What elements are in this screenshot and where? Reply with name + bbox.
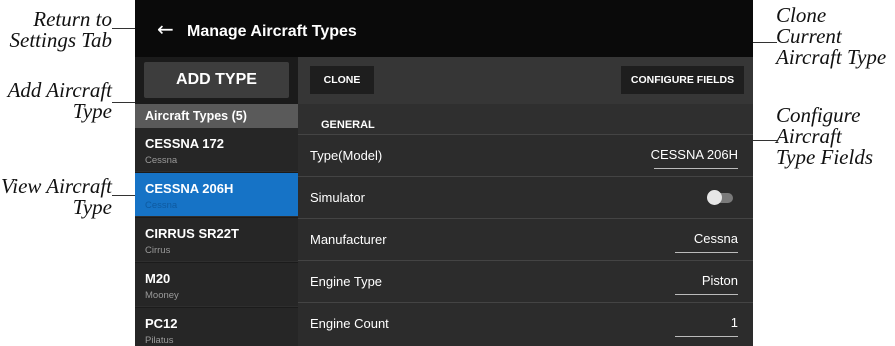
page-title: Manage Aircraft Types xyxy=(187,23,357,40)
aircraft-manufacturer: Pilatus xyxy=(145,335,174,346)
aircraft-list-item[interactable]: CIRRUS SR22T Cirrus xyxy=(135,218,298,262)
field-row-engine-type: Engine Type Piston xyxy=(298,260,753,302)
back-arrow-icon[interactable]: ← xyxy=(157,19,174,39)
aircraft-list-header: Aircraft Types (5) xyxy=(135,104,298,128)
field-label: Engine Type xyxy=(310,274,383,289)
aircraft-manufacturer: Cirrus xyxy=(145,245,171,256)
aircraft-sidebar: ADD TYPE Aircraft Types (5) CESSNA 172 C… xyxy=(135,57,298,346)
input-underline xyxy=(654,168,738,169)
type-model-input[interactable]: CESSNA 206H xyxy=(651,147,738,162)
engine-type-input[interactable]: Piston xyxy=(702,273,738,288)
aircraft-list-item[interactable]: M20 Mooney xyxy=(135,263,298,307)
aircraft-list-item[interactable]: CESSNA 172 Cessna xyxy=(135,128,298,172)
configure-fields-button[interactable]: CONFIGURE FIELDS xyxy=(621,66,744,94)
callout-add-aircraft-type: Add Aircraft Type xyxy=(7,78,112,123)
input-underline xyxy=(675,336,738,337)
aircraft-list-item-selected[interactable]: CESSNA 206H Cessna xyxy=(135,173,298,217)
section-title: GENERAL xyxy=(321,119,375,131)
aircraft-name: CESSNA 206H xyxy=(145,181,234,196)
aircraft-manufacturer: Cessna xyxy=(145,155,178,166)
field-row-type-model: Type(Model) CESSNA 206H xyxy=(298,134,753,176)
app-header: ← Manage Aircraft Types xyxy=(135,0,753,57)
aircraft-manufacturer: Cessna xyxy=(145,200,178,211)
aircraft-manufacturer: Mooney xyxy=(145,290,179,301)
callout-configure-fields: Configure Aircraft Type Fields xyxy=(776,103,874,169)
aircraft-name: CESSNA 172 xyxy=(145,136,224,151)
simulator-toggle[interactable] xyxy=(707,190,733,205)
field-row-manufacturer: Manufacturer Cessna xyxy=(298,218,753,260)
section-header: GENERAL xyxy=(298,104,753,134)
field-label: Manufacturer xyxy=(310,232,387,247)
field-label: Engine Count xyxy=(310,316,389,331)
add-type-button[interactable]: ADD TYPE xyxy=(144,62,289,98)
callout-view-aircraft-type: View Aircraft Type xyxy=(0,174,112,219)
clone-button[interactable]: CLONE xyxy=(310,66,374,94)
field-label: Simulator xyxy=(310,190,365,205)
aircraft-name: PC12 xyxy=(145,316,178,331)
input-underline xyxy=(675,294,738,295)
app-screen: ← Manage Aircraft Types ADD TYPE Aircraf… xyxy=(135,0,753,346)
callout-clone-current: Clone Current Aircraft Type xyxy=(776,3,887,69)
manufacturer-input[interactable]: Cessna xyxy=(694,231,738,246)
aircraft-list-item[interactable]: PC12 Pilatus xyxy=(135,308,298,346)
aircraft-name: CIRRUS SR22T xyxy=(145,226,239,241)
field-label: Type(Model) xyxy=(310,148,383,163)
callout-return-to-settings: Return to Settings Tab xyxy=(9,7,113,52)
engine-count-input[interactable]: 1 xyxy=(731,315,738,330)
aircraft-name: M20 xyxy=(145,271,171,286)
aircraft-detail-panel: GENERAL Type(Model) CESSNA 206H Simulato… xyxy=(298,104,753,346)
field-row-simulator: Simulator xyxy=(298,176,753,218)
detail-toolbar: CLONE CONFIGURE FIELDS xyxy=(298,57,753,104)
field-row-engine-count: Engine Count 1 xyxy=(298,302,753,344)
input-underline xyxy=(675,252,738,253)
toggle-knob xyxy=(707,190,722,205)
